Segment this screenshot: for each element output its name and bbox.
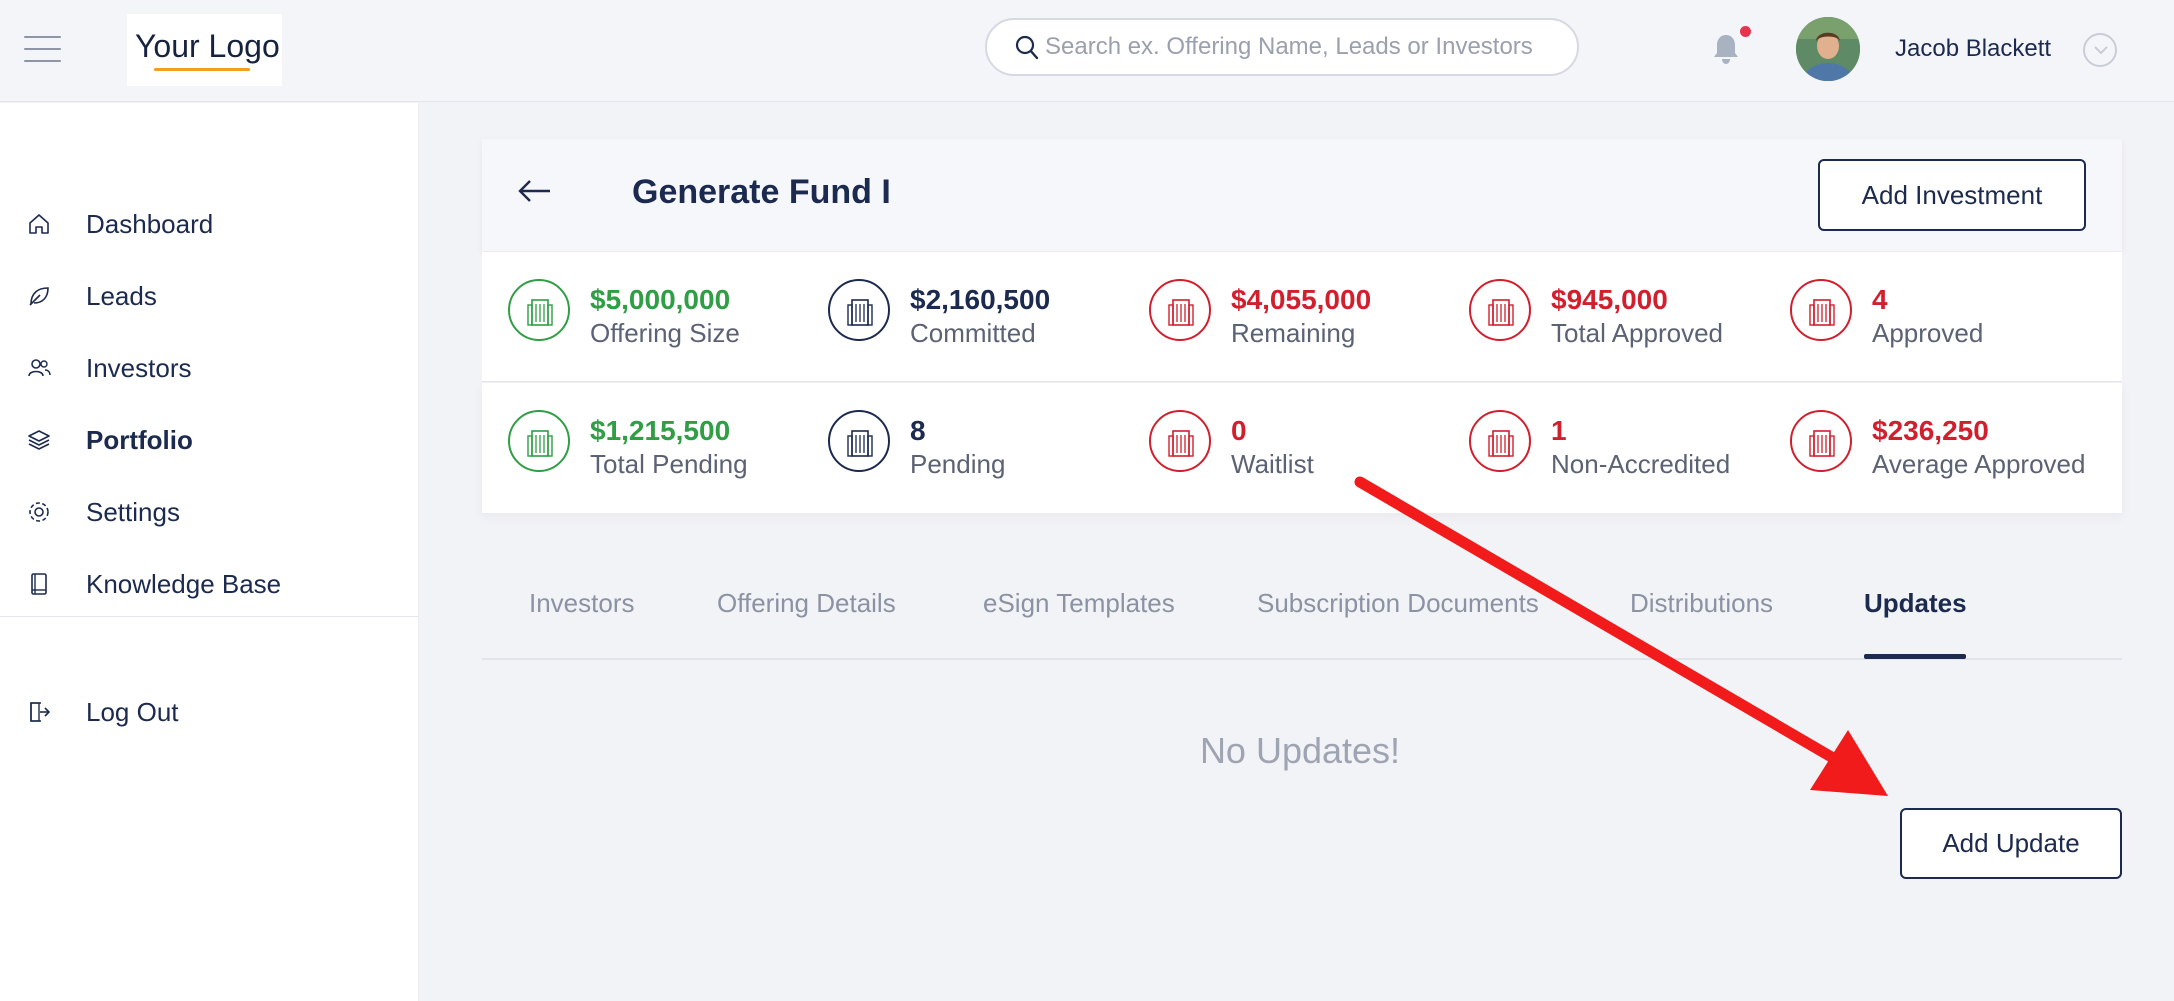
stats-row: $5,000,000 Offering Size $2,160,500 Comm… bbox=[482, 252, 2122, 382]
gear-icon bbox=[29, 502, 49, 522]
sidebar-item-label: Settings bbox=[86, 497, 180, 527]
user-name[interactable]: Jacob Blackett bbox=[1895, 35, 2051, 63]
stat-total-approved: $945,000 Total Approved bbox=[1443, 252, 1763, 382]
stat-average-approved: $236,250 Average Approved bbox=[1764, 383, 2086, 513]
stat-value: 1 bbox=[1551, 415, 1567, 446]
tab-esign-templates[interactable]: eSign Templates bbox=[983, 588, 1175, 619]
search-icon bbox=[1015, 35, 1039, 60]
users-icon bbox=[28, 359, 51, 377]
building-icon bbox=[1149, 410, 1211, 472]
stat-total-pending: $1,215,500 Total Pending bbox=[482, 383, 802, 513]
leaf-icon bbox=[29, 287, 49, 306]
search-box[interactable] bbox=[985, 18, 1579, 76]
stat-approved: 4 Approved bbox=[1764, 252, 2084, 382]
sidebar-item-settings[interactable]: Settings bbox=[0, 481, 419, 541]
stat-value: $1,215,500 bbox=[590, 415, 731, 446]
stat-remaining: $4,055,000 Remaining bbox=[1123, 252, 1443, 382]
tab-investors[interactable]: Investors bbox=[529, 588, 635, 619]
sidebar-item-label: Investors bbox=[86, 353, 192, 383]
stat-non-accredited: 1 Non-Accredited bbox=[1443, 383, 1763, 513]
stat-label: Waitlist bbox=[1231, 449, 1314, 479]
logout-button[interactable]: Log Out bbox=[0, 681, 419, 741]
stat-pending: 8 Pending bbox=[802, 383, 1122, 513]
stat-offering-size: $5,000,000 Offering Size bbox=[482, 252, 802, 382]
stat-label: Pending bbox=[910, 449, 1006, 479]
stat-value: $945,000 bbox=[1551, 284, 1668, 315]
building-icon bbox=[1790, 410, 1852, 472]
stat-label: Remaining bbox=[1231, 318, 1356, 348]
sidebar-item-leads[interactable]: Leads bbox=[0, 265, 419, 325]
building-icon bbox=[828, 279, 890, 341]
tab-bar: Investors Offering Details eSign Templat… bbox=[482, 560, 2122, 660]
sidebar-item-label: Dashboard bbox=[86, 209, 214, 239]
sidebar-item-portfolio[interactable]: Portfolio bbox=[0, 409, 419, 469]
empty-state-message: No Updates! bbox=[1199, 730, 1401, 771]
building-icon bbox=[1149, 279, 1211, 341]
search-input[interactable] bbox=[1045, 28, 1555, 66]
building-icon bbox=[1469, 279, 1531, 341]
sidebar-item-label: Portfolio bbox=[86, 425, 193, 455]
notification-badge bbox=[1740, 26, 1751, 37]
stat-value: 4 bbox=[1872, 284, 1888, 315]
book-icon bbox=[31, 573, 47, 595]
stat-waitlist: 0 Waitlist bbox=[1123, 383, 1443, 513]
tab-updates[interactable]: Updates bbox=[1864, 588, 1967, 619]
building-icon bbox=[1790, 279, 1852, 341]
stat-value: 8 bbox=[910, 415, 926, 446]
logo-text: Your Logo bbox=[135, 28, 280, 64]
back-arrow-icon[interactable] bbox=[518, 179, 552, 203]
top-header: Your Logo Jacob Blackett bbox=[0, 0, 2174, 102]
fund-header: Generate Fund I Add Investment bbox=[482, 139, 2122, 251]
stat-value: $2,160,500 bbox=[910, 284, 1051, 315]
logo[interactable]: Your Logo bbox=[127, 14, 282, 86]
hamburger-menu-icon[interactable] bbox=[24, 36, 61, 62]
stat-label: Total Approved bbox=[1551, 318, 1724, 348]
building-icon bbox=[508, 410, 570, 472]
sidebar: Dashboard Leads Investors Portfolio Sett… bbox=[0, 103, 419, 1001]
tab-subscription-documents[interactable]: Subscription Documents bbox=[1257, 588, 1539, 619]
stat-label: Approved bbox=[1872, 318, 1984, 348]
sidebar-item-knowledge-base[interactable]: Knowledge Base bbox=[0, 553, 419, 613]
sidebar-item-label: Knowledge Base bbox=[86, 569, 282, 599]
stat-value: $4,055,000 bbox=[1231, 284, 1372, 315]
home-icon bbox=[29, 214, 49, 234]
logout-label: Log Out bbox=[86, 697, 179, 727]
stat-label: Non-Accredited bbox=[1551, 449, 1731, 479]
stat-value: $236,250 bbox=[1872, 415, 1989, 446]
building-icon bbox=[508, 279, 570, 341]
stat-value: 0 bbox=[1231, 415, 1247, 446]
logout-icon bbox=[30, 702, 51, 722]
layers-icon bbox=[28, 430, 50, 450]
active-tab-indicator bbox=[1864, 654, 1966, 659]
logo-underline bbox=[154, 68, 250, 71]
stat-value: $5,000,000 bbox=[590, 284, 731, 315]
building-icon bbox=[1469, 410, 1531, 472]
sidebar-item-label: Leads bbox=[86, 281, 157, 311]
stat-committed: $2,160,500 Committed bbox=[802, 252, 1122, 382]
avatar[interactable] bbox=[1796, 17, 1860, 81]
tab-distributions[interactable]: Distributions bbox=[1630, 588, 1773, 619]
building-icon bbox=[828, 410, 890, 472]
sidebar-divider bbox=[0, 616, 419, 617]
stat-label: Total Pending bbox=[590, 449, 748, 479]
sidebar-item-dashboard[interactable]: Dashboard bbox=[0, 193, 419, 253]
add-update-button[interactable]: Add Update bbox=[1900, 808, 2122, 879]
stat-label: Average Approved bbox=[1872, 449, 2086, 479]
sidebar-item-investors[interactable]: Investors bbox=[0, 337, 419, 397]
tab-offering-details[interactable]: Offering Details bbox=[717, 588, 896, 619]
page-title: Generate Fund I bbox=[632, 173, 891, 211]
stat-label: Offering Size bbox=[590, 318, 740, 348]
stats-row: $1,215,500 Total Pending 8 Pending 0 Wai… bbox=[482, 383, 2122, 513]
chevron-down-icon[interactable] bbox=[2083, 33, 2117, 67]
bell-icon[interactable] bbox=[1711, 32, 1741, 66]
stat-label: Committed bbox=[910, 318, 1036, 348]
add-investment-button[interactable]: Add Investment bbox=[1818, 159, 2086, 231]
